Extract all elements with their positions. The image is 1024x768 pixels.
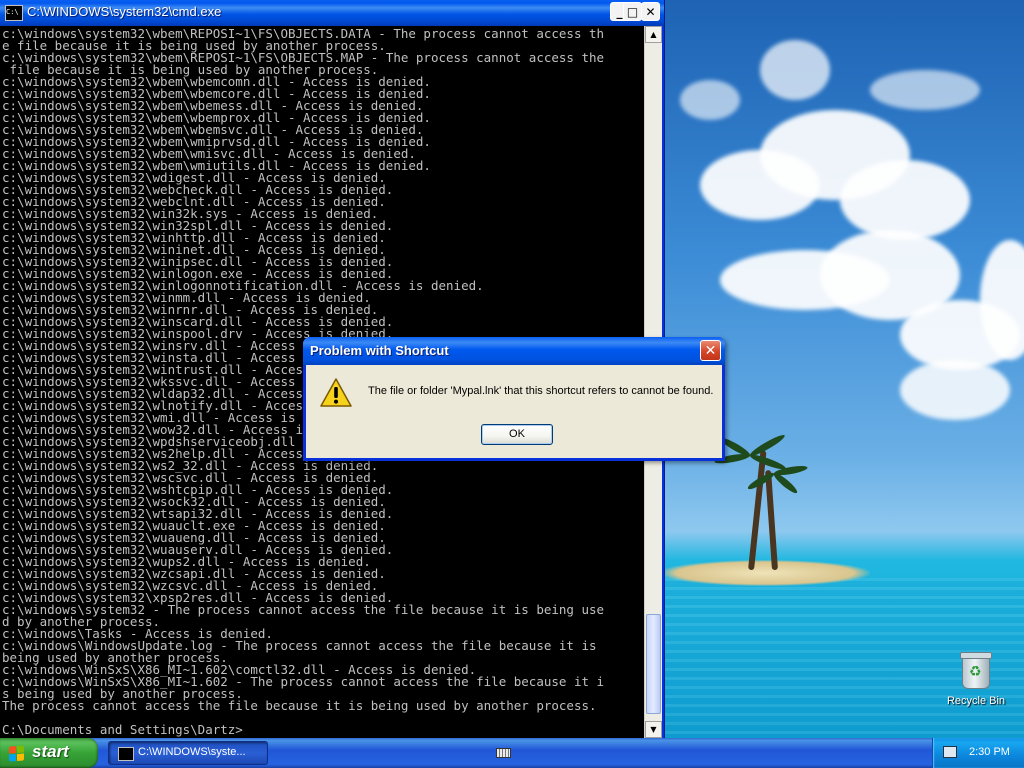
start-button[interactable]: start <box>0 738 98 768</box>
keyboard-icon[interactable] <box>496 748 511 758</box>
console-line: C:\Documents and Settings\Dartz> <box>2 722 243 737</box>
network-icon[interactable] <box>943 746 957 758</box>
dialog-body: The file or folder 'Mypal.lnk' that this… <box>306 365 722 458</box>
console-icon <box>118 747 134 761</box>
close-button[interactable]: ✕ <box>641 2 660 21</box>
taskbar-item-label: C:\WINDOWS\syste... <box>138 746 246 758</box>
warning-icon <box>320 378 352 407</box>
recycle-bin[interactable]: Recycle Bin <box>944 652 1008 707</box>
scroll-up-button[interactable]: ▲ <box>645 26 662 43</box>
recycle-bin-label: Recycle Bin <box>946 695 1006 707</box>
clock[interactable]: 2:30 PM <box>969 746 1010 758</box>
console-icon[interactable]: C:\ <box>5 5 23 21</box>
taskbar: start C:\WINDOWS\syste... 2:30 PM <box>0 738 1024 768</box>
ok-button[interactable]: OK <box>481 424 553 445</box>
console-title: C:\WINDOWS\system32\cmd.exe <box>27 4 222 19</box>
shortcut-error-dialog[interactable]: Problem with Shortcut ✕ The file or fold… <box>303 337 725 461</box>
maximize-button[interactable]: □ <box>623 2 642 21</box>
dialog-message: The file or folder 'Mypal.lnk' that this… <box>368 385 714 397</box>
start-label: start <box>32 742 69 761</box>
island <box>660 560 870 586</box>
dialog-close-button[interactable]: ✕ <box>700 340 721 361</box>
console-line: The process cannot access the file becau… <box>2 698 597 713</box>
scroll-down-button[interactable]: ▼ <box>645 721 662 738</box>
taskbar-item-console[interactable]: C:\WINDOWS\syste... <box>108 741 268 765</box>
recycle-bin-icon[interactable] <box>960 652 992 689</box>
windows-logo-icon <box>9 745 25 762</box>
system-tray: 2:30 PM <box>932 738 1024 768</box>
scrollbar-thumb[interactable] <box>646 614 661 714</box>
console-titlebar[interactable]: C:\ C:\WINDOWS\system32\cmd.exe _ □ ✕ <box>0 0 664 26</box>
dialog-title: Problem with Shortcut <box>310 343 449 358</box>
dialog-titlebar[interactable]: Problem with Shortcut ✕ <box>303 337 725 365</box>
